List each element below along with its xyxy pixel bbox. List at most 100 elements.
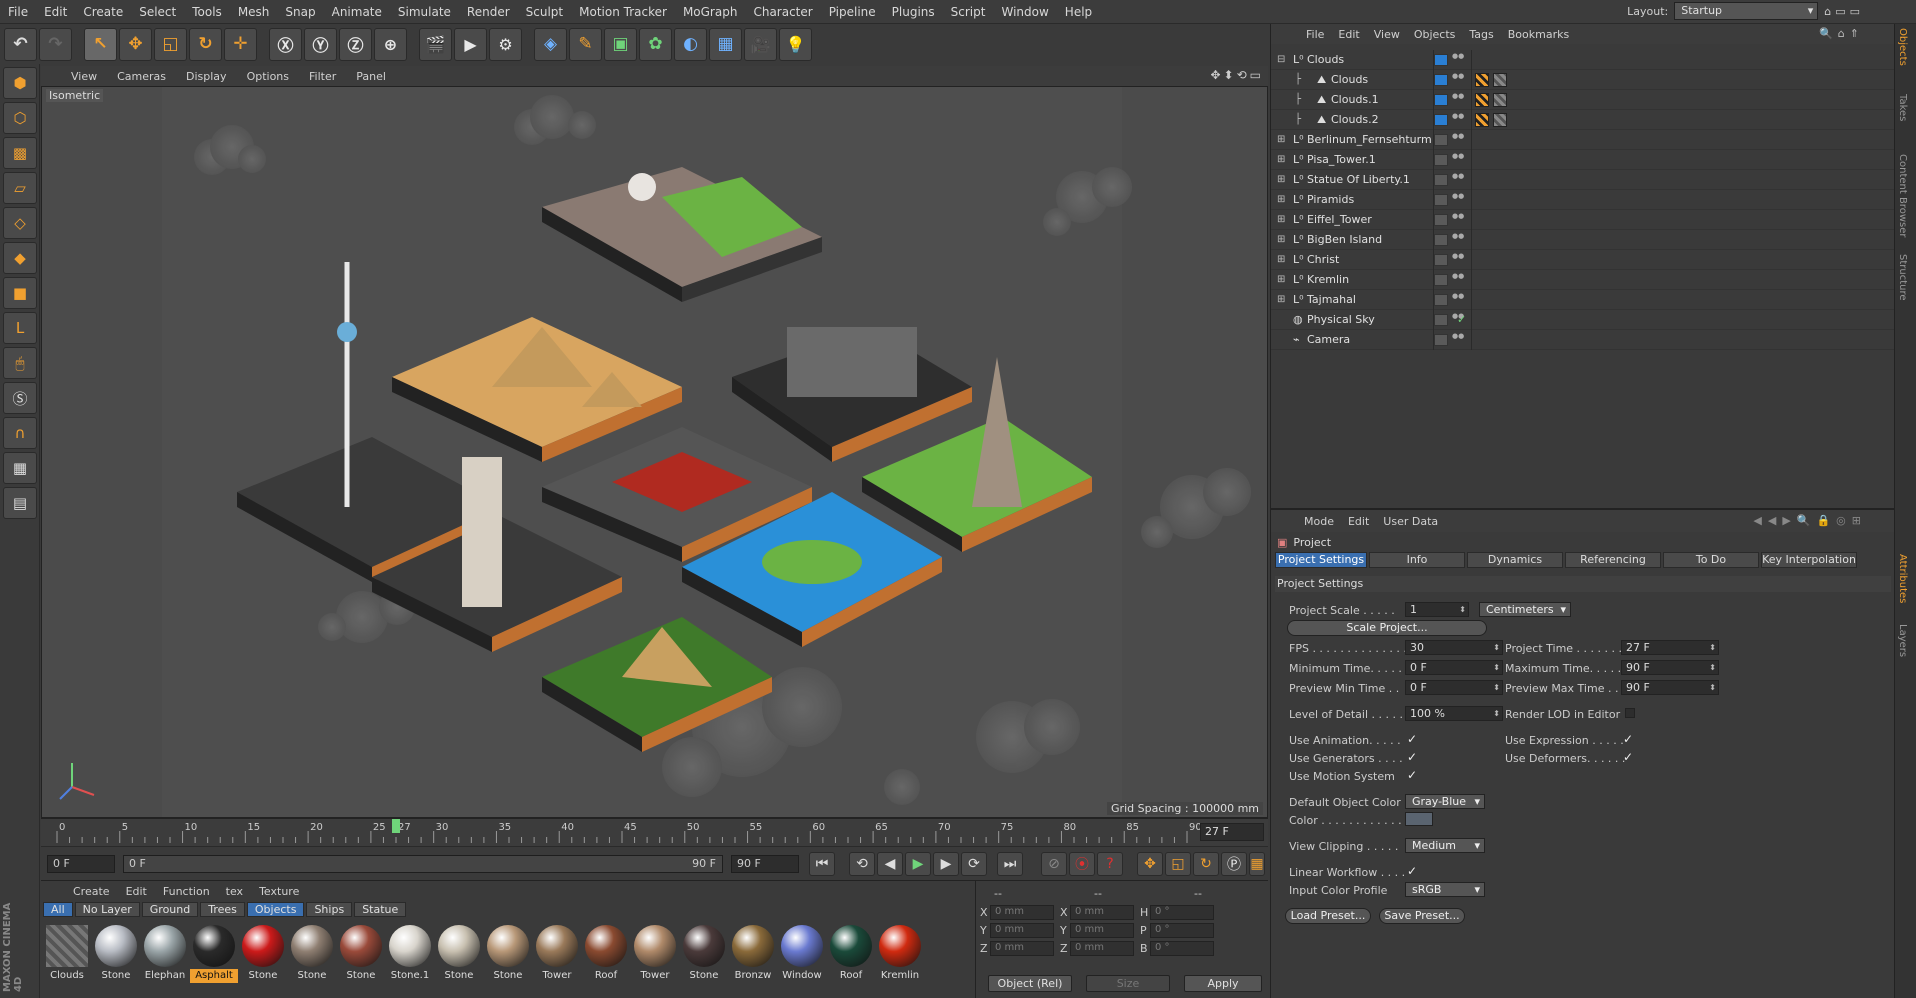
menu-render[interactable]: Render <box>459 5 518 19</box>
visibility-dots-icon[interactable]: ●● <box>1452 113 1464 127</box>
object-row[interactable]: ⊟ L⁰ Clouds ●● <box>1271 50 1895 70</box>
material-item[interactable]: Window <box>778 923 826 983</box>
z-axis-icon[interactable]: Ⓩ <box>339 27 372 61</box>
menu-file[interactable]: File <box>0 5 36 19</box>
edges-mode-icon[interactable]: ◆ <box>3 242 37 274</box>
material-tag-icon[interactable] <box>1493 73 1507 87</box>
material-item[interactable]: Asphalt <box>190 923 238 983</box>
expand-toggle-icon[interactable]: ⊞ <box>1277 294 1285 305</box>
view-clipping-dropdown[interactable]: Medium <box>1405 838 1485 853</box>
play-icon[interactable]: ▶ <box>905 852 931 876</box>
light-icon[interactable]: 💡 <box>779 27 812 61</box>
render-settings-icon[interactable]: ⚙ <box>489 27 522 61</box>
expand-toggle-icon[interactable]: ⊞ <box>1277 274 1285 285</box>
points-mode-icon[interactable]: ◇ <box>3 207 37 239</box>
visibility-dots-icon[interactable]: ●● <box>1452 193 1464 207</box>
material-item[interactable]: Clouds <box>43 923 91 983</box>
material-item[interactable]: Stone <box>484 923 532 983</box>
material-swatch[interactable] <box>291 925 333 967</box>
menu-character[interactable]: Character <box>745 5 820 19</box>
expand-toggle-icon[interactable]: ⊞ <box>1277 134 1285 145</box>
texture-tag-icon[interactable] <box>1475 93 1489 107</box>
layer-color-icon[interactable] <box>1434 94 1448 106</box>
menu-script[interactable]: Script <box>943 5 994 19</box>
rotate-icon[interactable]: ↻ <box>189 27 222 61</box>
material-swatch[interactable] <box>389 925 431 967</box>
object-row[interactable]: ⌁ Camera ●● <box>1271 330 1895 350</box>
color-swatch[interactable] <box>1405 812 1433 826</box>
project-scale-field[interactable]: 1 <box>1405 602 1469 617</box>
visibility-dots-icon[interactable]: ●● <box>1452 253 1464 267</box>
move-icon[interactable]: ✥ <box>119 27 152 61</box>
expand-toggle-icon[interactable]: ⊞ <box>1277 154 1285 165</box>
material-menu-create[interactable]: Create <box>65 885 118 898</box>
use-motion-checkbox[interactable]: ✓ <box>1407 768 1417 782</box>
object-name[interactable]: Clouds.2 <box>1331 113 1379 126</box>
planar-workplane-icon[interactable]: ▤ <box>3 487 37 519</box>
layer-color-icon[interactable] <box>1434 334 1448 346</box>
visibility-dots-icon[interactable]: ●● <box>1452 53 1464 67</box>
menu-edit[interactable]: Edit <box>36 5 75 19</box>
viewport-navigation-icons[interactable]: ✥⬍⟲▭ <box>1210 68 1264 82</box>
material-item[interactable]: Stone <box>239 923 287 983</box>
material-swatch[interactable] <box>585 925 627 967</box>
menu-motion-tracker[interactable]: Motion Tracker <box>571 5 675 19</box>
layer-color-icon[interactable] <box>1434 174 1448 186</box>
object-row[interactable]: ⊞ L⁰ Piramids ●● <box>1271 190 1895 210</box>
cloner-icon[interactable]: ✿ <box>639 27 672 61</box>
expand-toggle-icon[interactable]: ⊟ <box>1277 54 1285 65</box>
menu-plugins[interactable]: Plugins <box>884 5 943 19</box>
side-tab-objects[interactable]: Objects <box>1897 28 1908 66</box>
layer-color-icon[interactable] <box>1434 214 1448 226</box>
use-generators-checkbox[interactable]: ✓ <box>1407 750 1417 764</box>
playhead[interactable] <box>392 819 400 833</box>
layer-color-icon[interactable] <box>1434 234 1448 246</box>
tab-info[interactable]: Info <box>1369 552 1465 568</box>
menu-help[interactable]: Help <box>1057 5 1100 19</box>
go-to-start-icon[interactable]: ⏮ <box>809 852 835 876</box>
workplane-icon[interactable]: ▱ <box>3 172 37 204</box>
material-swatch[interactable] <box>438 925 480 967</box>
model-mode-icon[interactable]: ⬡ <box>3 102 37 134</box>
tab-to-do[interactable]: To Do <box>1663 552 1759 568</box>
filter-no-layer[interactable]: No Layer <box>74 901 140 917</box>
coord-field[interactable]: 0 ° <box>1150 905 1214 920</box>
material-swatch[interactable] <box>732 925 774 967</box>
layer-color-icon[interactable] <box>1434 294 1448 306</box>
side-tab-structure[interactable]: Structure <box>1897 254 1908 301</box>
render-lod-checkbox[interactable] <box>1625 708 1635 718</box>
snap-icon[interactable]: Ⓢ <box>3 382 37 414</box>
floor-icon[interactable]: ▦ <box>709 27 742 61</box>
object-name[interactable]: Pisa_Tower.1 <box>1307 153 1376 166</box>
object-menu-objects[interactable]: Objects <box>1407 28 1463 41</box>
object-name[interactable]: Statue Of Liberty.1 <box>1307 173 1410 186</box>
visibility-dots-icon[interactable]: ●● <box>1452 133 1464 147</box>
expand-toggle-icon[interactable]: ⊞ <box>1277 234 1285 245</box>
object-menu-view[interactable]: View <box>1367 28 1407 41</box>
render-picture-viewer-icon[interactable]: ▶ <box>454 27 487 61</box>
object-name[interactable]: Berlinum_Fernsehturm <box>1307 133 1432 146</box>
object-manager-search-icon[interactable]: 🔍⌂⇑ <box>1819 27 1864 40</box>
material-item[interactable]: Stone <box>92 923 140 983</box>
x-axis-icon[interactable]: Ⓧ <box>269 27 302 61</box>
filter-ground[interactable]: Ground <box>141 901 199 917</box>
material-swatch[interactable] <box>193 925 235 967</box>
redo-icon[interactable]: ↷ <box>39 27 72 61</box>
object-row[interactable]: ⊞ L⁰ Pisa_Tower.1 ●● <box>1271 150 1895 170</box>
side-tab-attributes[interactable]: Attributes <box>1897 554 1908 603</box>
undo-icon[interactable]: ↶ <box>4 27 37 61</box>
end-frame-field[interactable]: 90 F <box>731 855 799 873</box>
object-name[interactable]: Tajmahal <box>1307 293 1356 306</box>
material-menu-tex[interactable]: tex <box>218 885 251 898</box>
attribute-menu-user-data[interactable]: User Data <box>1376 515 1445 528</box>
attribute-menu-edit[interactable]: Edit <box>1341 515 1376 528</box>
visibility-dots-icon[interactable]: ●● <box>1452 213 1464 227</box>
polygons-mode-icon[interactable]: ■ <box>3 277 37 309</box>
object-menu-tags[interactable]: Tags <box>1462 28 1500 41</box>
size-mode-dropdown[interactable]: Size <box>1086 975 1170 992</box>
make-editable-icon[interactable]: ⬢ <box>3 67 37 99</box>
min-time-field[interactable]: 0 F <box>1405 660 1503 675</box>
menu-create[interactable]: Create <box>75 5 131 19</box>
layer-color-icon[interactable] <box>1434 274 1448 286</box>
filter-statue[interactable]: Statue <box>354 901 407 917</box>
